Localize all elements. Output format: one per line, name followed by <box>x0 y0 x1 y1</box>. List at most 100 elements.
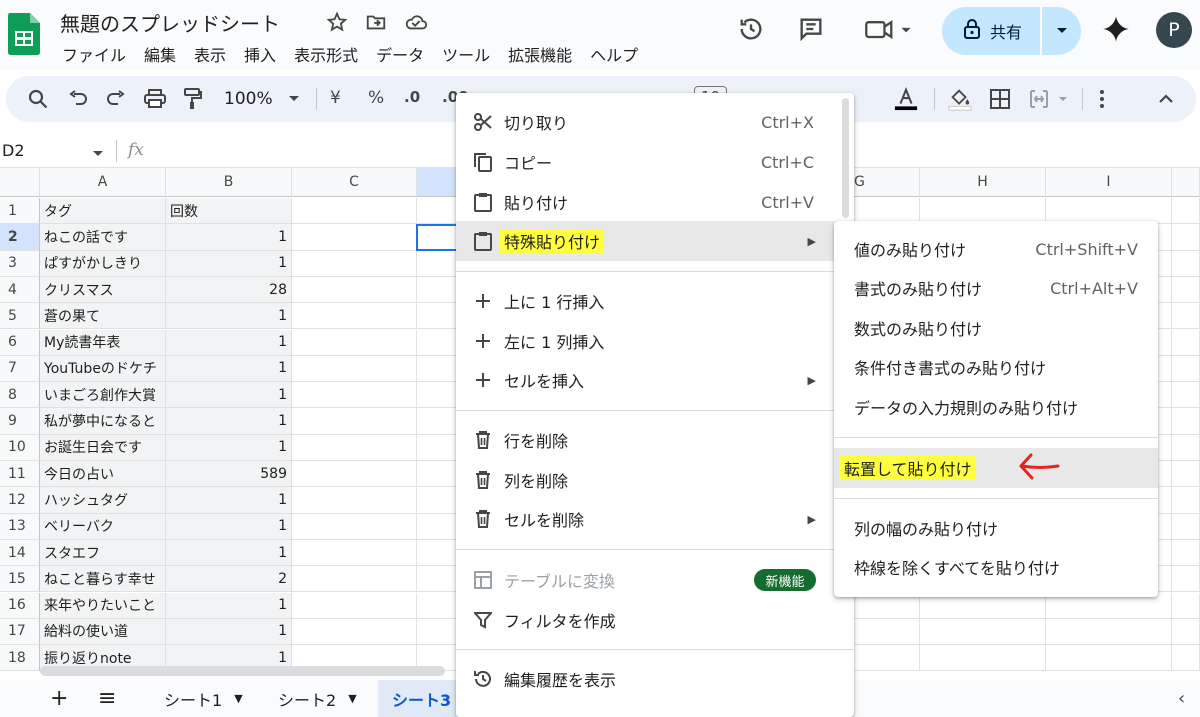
empty-cell[interactable] <box>292 539 417 567</box>
sheet-tab-3[interactable]: シート3 <box>378 680 456 717</box>
sheet-tab-dropdown-icon[interactable]: ▼ <box>234 692 242 705</box>
cell-b[interactable]: 回数 <box>166 198 292 225</box>
row-header[interactable]: 10 <box>0 434 40 461</box>
menu-item-convert-to-table[interactable]: テーブルに変換 新機能 <box>456 560 854 600</box>
more-options-icon[interactable] <box>1090 87 1114 111</box>
empty-cell[interactable] <box>1172 566 1200 593</box>
percent-format-button[interactable]: % <box>368 88 384 108</box>
empty-cell[interactable] <box>1046 645 1172 672</box>
cell-b[interactable]: 1 <box>166 224 292 251</box>
empty-cell[interactable] <box>292 198 417 225</box>
text-color-icon[interactable] <box>894 87 918 111</box>
cell-a[interactable]: スタエフ <box>40 539 166 567</box>
meet-video-icon[interactable] <box>862 14 916 44</box>
cell-a[interactable]: 私が夢中になると <box>40 408 166 435</box>
empty-cell[interactable] <box>417 198 457 225</box>
name-box[interactable]: D2 <box>2 141 25 160</box>
submenu-item-column-width-only[interactable]: 列の幅のみ貼り付け <box>834 508 1158 548</box>
empty-cell[interactable] <box>417 461 457 488</box>
menu-item-insert-row-above[interactable]: 上に 1 行挿入 <box>456 281 854 321</box>
avatar[interactable]: P <box>1156 12 1192 48</box>
empty-cell[interactable] <box>1172 461 1200 488</box>
column-header-d[interactable] <box>417 168 457 197</box>
sheet-tab-2[interactable]: シート2 ▼ <box>278 680 357 717</box>
submenu-item-conditional-format-only[interactable]: 条件付き書式のみ貼り付け <box>834 347 1158 387</box>
empty-cell[interactable] <box>292 382 417 409</box>
cell-b[interactable]: 1 <box>166 539 292 567</box>
row-header[interactable]: 18 <box>0 645 40 672</box>
menu-insert[interactable]: 挿入 <box>244 42 276 65</box>
empty-cell[interactable] <box>292 566 417 593</box>
column-header-b[interactable]: B <box>166 168 292 197</box>
empty-cell[interactable] <box>1172 382 1200 409</box>
cell-b[interactable]: 1 <box>166 592 292 619</box>
cell-b[interactable]: 28 <box>166 276 292 304</box>
menu-item-cut[interactable]: 切り取り Ctrl+X <box>456 102 854 142</box>
cell-a[interactable]: 給料の使い道 <box>40 618 166 646</box>
all-sheets-button[interactable]: ≡ <box>98 680 116 717</box>
row-header[interactable]: 5 <box>0 303 40 330</box>
redo-icon[interactable] <box>104 87 128 111</box>
menu-item-delete-cells[interactable]: セルを削除 ▶ <box>456 499 854 539</box>
cell-a[interactable]: My読書年表 <box>40 329 166 356</box>
cell-b[interactable]: 1 <box>166 303 292 330</box>
row-header[interactable]: 13 <box>0 513 40 540</box>
menu-item-paste-special[interactable]: 特殊貼り付け ▶ <box>456 221 854 261</box>
borders-icon[interactable] <box>988 87 1012 111</box>
submenu-item-all-except-borders[interactable]: 枠線を除くすべてを貼り付け <box>834 547 1158 587</box>
name-box-dropdown-icon[interactable] <box>86 142 110 166</box>
row-header[interactable]: 8 <box>0 382 40 409</box>
empty-cell[interactable] <box>292 329 417 356</box>
row-header[interactable]: 12 <box>0 487 40 514</box>
print-icon[interactable] <box>143 87 167 111</box>
empty-cell[interactable] <box>292 408 417 435</box>
empty-cell[interactable] <box>417 513 457 540</box>
empty-cell[interactable] <box>292 513 417 540</box>
empty-cell[interactable] <box>1172 224 1200 251</box>
menu-item-insert-column-left[interactable]: 左に 1 列挿入 <box>456 321 854 361</box>
empty-cell[interactable] <box>292 355 417 383</box>
cell-a[interactable]: 来年やりたいこと <box>40 592 166 619</box>
column-header-h[interactable]: H <box>920 168 1046 197</box>
row-header[interactable]: 9 <box>0 408 40 435</box>
empty-cell[interactable] <box>417 434 457 461</box>
submenu-item-values-only[interactable]: 値のみ貼り付け Ctrl+Shift+V <box>834 229 1158 269</box>
empty-cell[interactable] <box>1172 355 1200 383</box>
empty-cell[interactable] <box>417 592 457 619</box>
cell-b[interactable]: 1 <box>166 487 292 514</box>
cell-b[interactable]: 589 <box>166 461 292 488</box>
cell-b[interactable]: 1 <box>166 355 292 383</box>
gemini-sparkle-icon[interactable] <box>1101 14 1131 44</box>
empty-cell[interactable] <box>1172 408 1200 435</box>
row-header[interactable]: 16 <box>0 592 40 619</box>
menu-item-edit-history[interactable]: 編集履歴を表示 <box>456 659 854 699</box>
sheets-logo-icon[interactable] <box>8 13 40 55</box>
cell-a[interactable]: いまごろ創作大賞 <box>40 382 166 409</box>
cell-b[interactable]: 1 <box>166 329 292 356</box>
empty-cell[interactable] <box>417 618 457 646</box>
submenu-item-transpose[interactable]: 転置して貼り付け <box>834 448 1158 488</box>
cell-a[interactable]: タグ <box>40 198 166 225</box>
empty-cell[interactable] <box>417 487 457 514</box>
cell-a[interactable]: ハッシュタグ <box>40 487 166 514</box>
undo-icon[interactable] <box>66 87 90 111</box>
cloud-saved-icon[interactable] <box>404 11 428 33</box>
column-header-j[interactable] <box>1172 168 1200 197</box>
menu-item-delete-column[interactable]: 列を削除 <box>456 460 854 500</box>
version-history-icon[interactable] <box>736 14 766 44</box>
empty-cell[interactable] <box>1172 513 1200 540</box>
menu-file[interactable]: ファイル <box>62 42 126 65</box>
empty-cell[interactable] <box>417 276 457 304</box>
menu-data[interactable]: データ <box>376 42 424 65</box>
row-header[interactable]: 15 <box>0 566 40 593</box>
empty-cell[interactable] <box>920 645 1046 672</box>
empty-cell[interactable] <box>417 382 457 409</box>
empty-cell[interactable] <box>292 224 417 251</box>
empty-cell[interactable] <box>1046 618 1172 646</box>
empty-cell[interactable] <box>292 303 417 330</box>
empty-cell[interactable] <box>1172 329 1200 356</box>
paint-format-icon[interactable] <box>181 87 205 111</box>
menu-tools[interactable]: ツール <box>442 42 490 65</box>
empty-cell[interactable] <box>1172 250 1200 277</box>
context-menu-scrollbar[interactable] <box>842 98 849 218</box>
